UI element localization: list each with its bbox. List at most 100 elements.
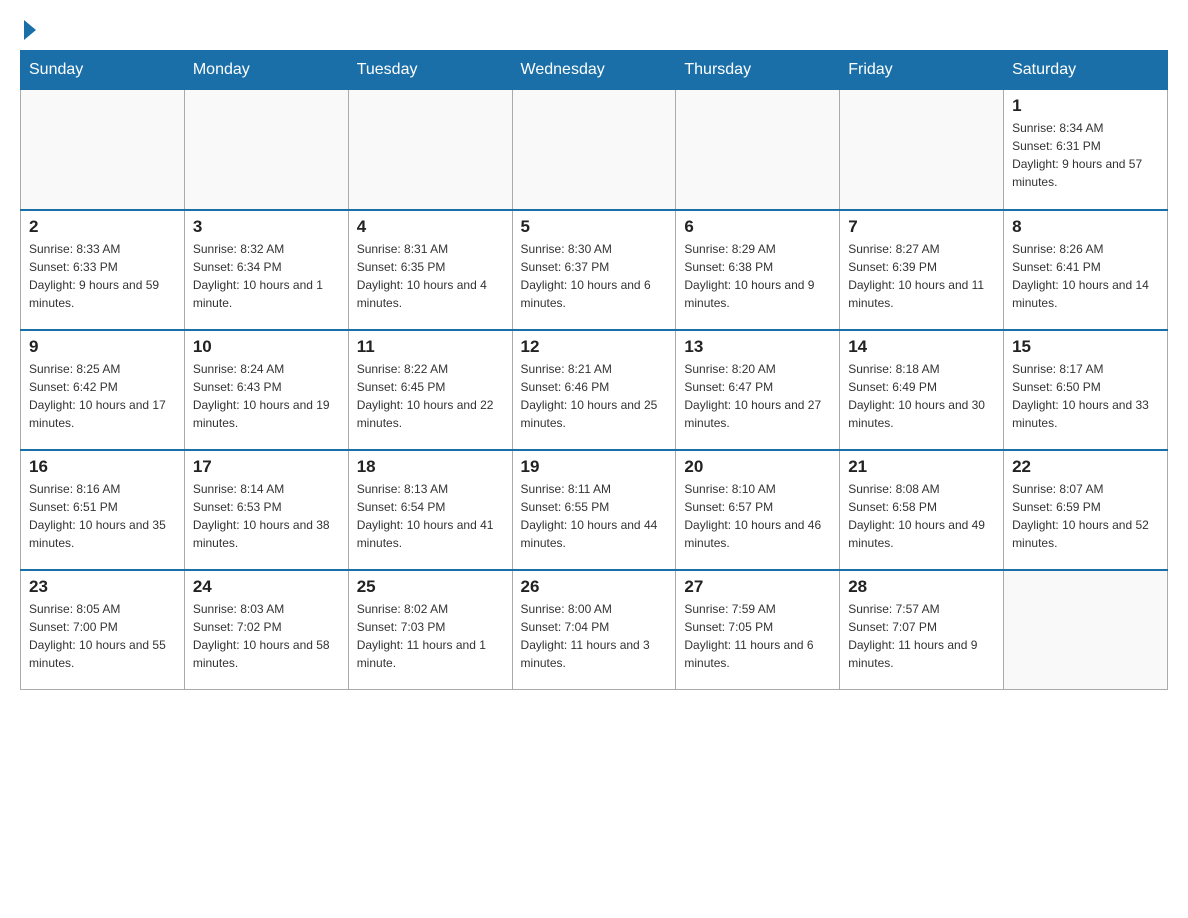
calendar-cell: [676, 90, 840, 210]
day-info: Sunrise: 8:30 AM Sunset: 6:37 PM Dayligh…: [521, 240, 668, 312]
calendar-cell: 17 Sunrise: 8:14 AM Sunset: 6:53 PM Dayli…: [184, 450, 348, 570]
weekday-header-sunday: Sunday: [21, 51, 185, 90]
day-info: Sunrise: 8:00 AM Sunset: 7:04 PM Dayligh…: [521, 600, 668, 672]
day-info: Sunrise: 8:27 AM Sunset: 6:39 PM Dayligh…: [848, 240, 995, 312]
calendar-cell: 13 Sunrise: 8:20 AM Sunset: 6:47 PM Dayli…: [676, 330, 840, 450]
day-number: 3: [193, 217, 340, 237]
day-number: 18: [357, 457, 504, 477]
day-number: 25: [357, 577, 504, 597]
calendar-cell: 26 Sunrise: 8:00 AM Sunset: 7:04 PM Dayli…: [512, 570, 676, 690]
calendar-cell: 18 Sunrise: 8:13 AM Sunset: 6:54 PM Dayli…: [348, 450, 512, 570]
day-info: Sunrise: 8:20 AM Sunset: 6:47 PM Dayligh…: [684, 360, 831, 432]
day-info: Sunrise: 8:08 AM Sunset: 6:58 PM Dayligh…: [848, 480, 995, 552]
calendar-week-row: 9 Sunrise: 8:25 AM Sunset: 6:42 PM Daylig…: [21, 330, 1168, 450]
day-info: Sunrise: 8:13 AM Sunset: 6:54 PM Dayligh…: [357, 480, 504, 552]
day-number: 17: [193, 457, 340, 477]
day-info: Sunrise: 8:21 AM Sunset: 6:46 PM Dayligh…: [521, 360, 668, 432]
calendar-week-row: 2 Sunrise: 8:33 AM Sunset: 6:33 PM Daylig…: [21, 210, 1168, 330]
calendar-cell: 28 Sunrise: 7:57 AM Sunset: 7:07 PM Dayli…: [840, 570, 1004, 690]
calendar-header-row: SundayMondayTuesdayWednesdayThursdayFrid…: [21, 51, 1168, 90]
day-number: 24: [193, 577, 340, 597]
day-number: 28: [848, 577, 995, 597]
calendar-cell: [184, 90, 348, 210]
day-info: Sunrise: 8:14 AM Sunset: 6:53 PM Dayligh…: [193, 480, 340, 552]
day-number: 19: [521, 457, 668, 477]
day-number: 16: [29, 457, 176, 477]
day-info: Sunrise: 8:32 AM Sunset: 6:34 PM Dayligh…: [193, 240, 340, 312]
day-info: Sunrise: 8:25 AM Sunset: 6:42 PM Dayligh…: [29, 360, 176, 432]
calendar-cell: 8Sunrise: 8:26 AM Sunset: 6:41 PM Daylig…: [1004, 210, 1168, 330]
calendar-cell: 24 Sunrise: 8:03 AM Sunset: 7:02 PM Dayli…: [184, 570, 348, 690]
calendar-cell: 3 Sunrise: 8:32 AM Sunset: 6:34 PM Daylig…: [184, 210, 348, 330]
day-info: Sunrise: 8:26 AM Sunset: 6:41 PM Dayligh…: [1012, 240, 1159, 312]
day-info: Sunrise: 8:02 AM Sunset: 7:03 PM Dayligh…: [357, 600, 504, 672]
day-number: 4: [357, 217, 504, 237]
day-info: Sunrise: 8:18 AM Sunset: 6:49 PM Dayligh…: [848, 360, 995, 432]
calendar-week-row: 23 Sunrise: 8:05 AM Sunset: 7:00 PM Dayli…: [21, 570, 1168, 690]
weekday-header-tuesday: Tuesday: [348, 51, 512, 90]
day-info: Sunrise: 7:59 AM Sunset: 7:05 PM Dayligh…: [684, 600, 831, 672]
calendar-cell: 19 Sunrise: 8:11 AM Sunset: 6:55 PM Dayli…: [512, 450, 676, 570]
calendar-cell: 20 Sunrise: 8:10 AM Sunset: 6:57 PM Dayli…: [676, 450, 840, 570]
day-info: Sunrise: 8:05 AM Sunset: 7:00 PM Dayligh…: [29, 600, 176, 672]
calendar-cell: 15 Sunrise: 8:17 AM Sunset: 6:50 PM Dayli…: [1004, 330, 1168, 450]
day-info: Sunrise: 7:57 AM Sunset: 7:07 PM Dayligh…: [848, 600, 995, 672]
page-header: [20, 20, 1168, 40]
day-number: 15: [1012, 337, 1159, 357]
calendar-cell: 4 Sunrise: 8:31 AM Sunset: 6:35 PM Daylig…: [348, 210, 512, 330]
day-info: Sunrise: 8:11 AM Sunset: 6:55 PM Dayligh…: [521, 480, 668, 552]
logo: [20, 20, 36, 40]
calendar-table: SundayMondayTuesdayWednesdayThursdayFrid…: [20, 50, 1168, 690]
day-info: Sunrise: 8:24 AM Sunset: 6:43 PM Dayligh…: [193, 360, 340, 432]
weekday-header-friday: Friday: [840, 51, 1004, 90]
calendar-week-row: 16Sunrise: 8:16 AM Sunset: 6:51 PM Dayli…: [21, 450, 1168, 570]
day-number: 26: [521, 577, 668, 597]
day-info: Sunrise: 8:34 AM Sunset: 6:31 PM Dayligh…: [1012, 119, 1159, 191]
calendar-cell: 27 Sunrise: 7:59 AM Sunset: 7:05 PM Dayli…: [676, 570, 840, 690]
day-number: 12: [521, 337, 668, 357]
calendar-cell: 23 Sunrise: 8:05 AM Sunset: 7:00 PM Dayli…: [21, 570, 185, 690]
calendar-cell: [21, 90, 185, 210]
day-number: 9: [29, 337, 176, 357]
calendar-cell: 11 Sunrise: 8:22 AM Sunset: 6:45 PM Dayli…: [348, 330, 512, 450]
calendar-cell: [512, 90, 676, 210]
day-number: 13: [684, 337, 831, 357]
calendar-cell: 5 Sunrise: 8:30 AM Sunset: 6:37 PM Daylig…: [512, 210, 676, 330]
day-number: 2: [29, 217, 176, 237]
calendar-cell: 10Sunrise: 8:24 AM Sunset: 6:43 PM Dayli…: [184, 330, 348, 450]
calendar-cell: [348, 90, 512, 210]
logo-arrow-icon: [24, 20, 36, 40]
calendar-cell: 21 Sunrise: 8:08 AM Sunset: 6:58 PM Dayli…: [840, 450, 1004, 570]
calendar-cell: 1 Sunrise: 8:34 AM Sunset: 6:31 PM Daylig…: [1004, 90, 1168, 210]
calendar-cell: [1004, 570, 1168, 690]
calendar-cell: 16Sunrise: 8:16 AM Sunset: 6:51 PM Dayli…: [21, 450, 185, 570]
day-number: 11: [357, 337, 504, 357]
day-info: Sunrise: 8:07 AM Sunset: 6:59 PM Dayligh…: [1012, 480, 1159, 552]
calendar-cell: 9 Sunrise: 8:25 AM Sunset: 6:42 PM Daylig…: [21, 330, 185, 450]
day-info: Sunrise: 8:10 AM Sunset: 6:57 PM Dayligh…: [684, 480, 831, 552]
day-info: Sunrise: 8:29 AM Sunset: 6:38 PM Dayligh…: [684, 240, 831, 312]
calendar-week-row: 1 Sunrise: 8:34 AM Sunset: 6:31 PM Daylig…: [21, 90, 1168, 210]
day-number: 6: [684, 217, 831, 237]
calendar-cell: 7Sunrise: 8:27 AM Sunset: 6:39 PM Daylig…: [840, 210, 1004, 330]
day-number: 20: [684, 457, 831, 477]
day-info: Sunrise: 8:17 AM Sunset: 6:50 PM Dayligh…: [1012, 360, 1159, 432]
day-number: 21: [848, 457, 995, 477]
weekday-header-wednesday: Wednesday: [512, 51, 676, 90]
calendar-cell: 14 Sunrise: 8:18 AM Sunset: 6:49 PM Dayli…: [840, 330, 1004, 450]
day-info: Sunrise: 8:03 AM Sunset: 7:02 PM Dayligh…: [193, 600, 340, 672]
calendar-cell: 6 Sunrise: 8:29 AM Sunset: 6:38 PM Daylig…: [676, 210, 840, 330]
day-info: Sunrise: 8:31 AM Sunset: 6:35 PM Dayligh…: [357, 240, 504, 312]
calendar-cell: 22 Sunrise: 8:07 AM Sunset: 6:59 PM Dayli…: [1004, 450, 1168, 570]
day-info: Sunrise: 8:22 AM Sunset: 6:45 PM Dayligh…: [357, 360, 504, 432]
day-number: 5: [521, 217, 668, 237]
calendar-cell: 25 Sunrise: 8:02 AM Sunset: 7:03 PM Dayli…: [348, 570, 512, 690]
day-number: 27: [684, 577, 831, 597]
weekday-header-saturday: Saturday: [1004, 51, 1168, 90]
day-number: 22: [1012, 457, 1159, 477]
day-number: 23: [29, 577, 176, 597]
day-number: 1: [1012, 96, 1159, 116]
calendar-cell: 12 Sunrise: 8:21 AM Sunset: 6:46 PM Dayli…: [512, 330, 676, 450]
day-number: 14: [848, 337, 995, 357]
day-info: Sunrise: 8:33 AM Sunset: 6:33 PM Dayligh…: [29, 240, 176, 312]
